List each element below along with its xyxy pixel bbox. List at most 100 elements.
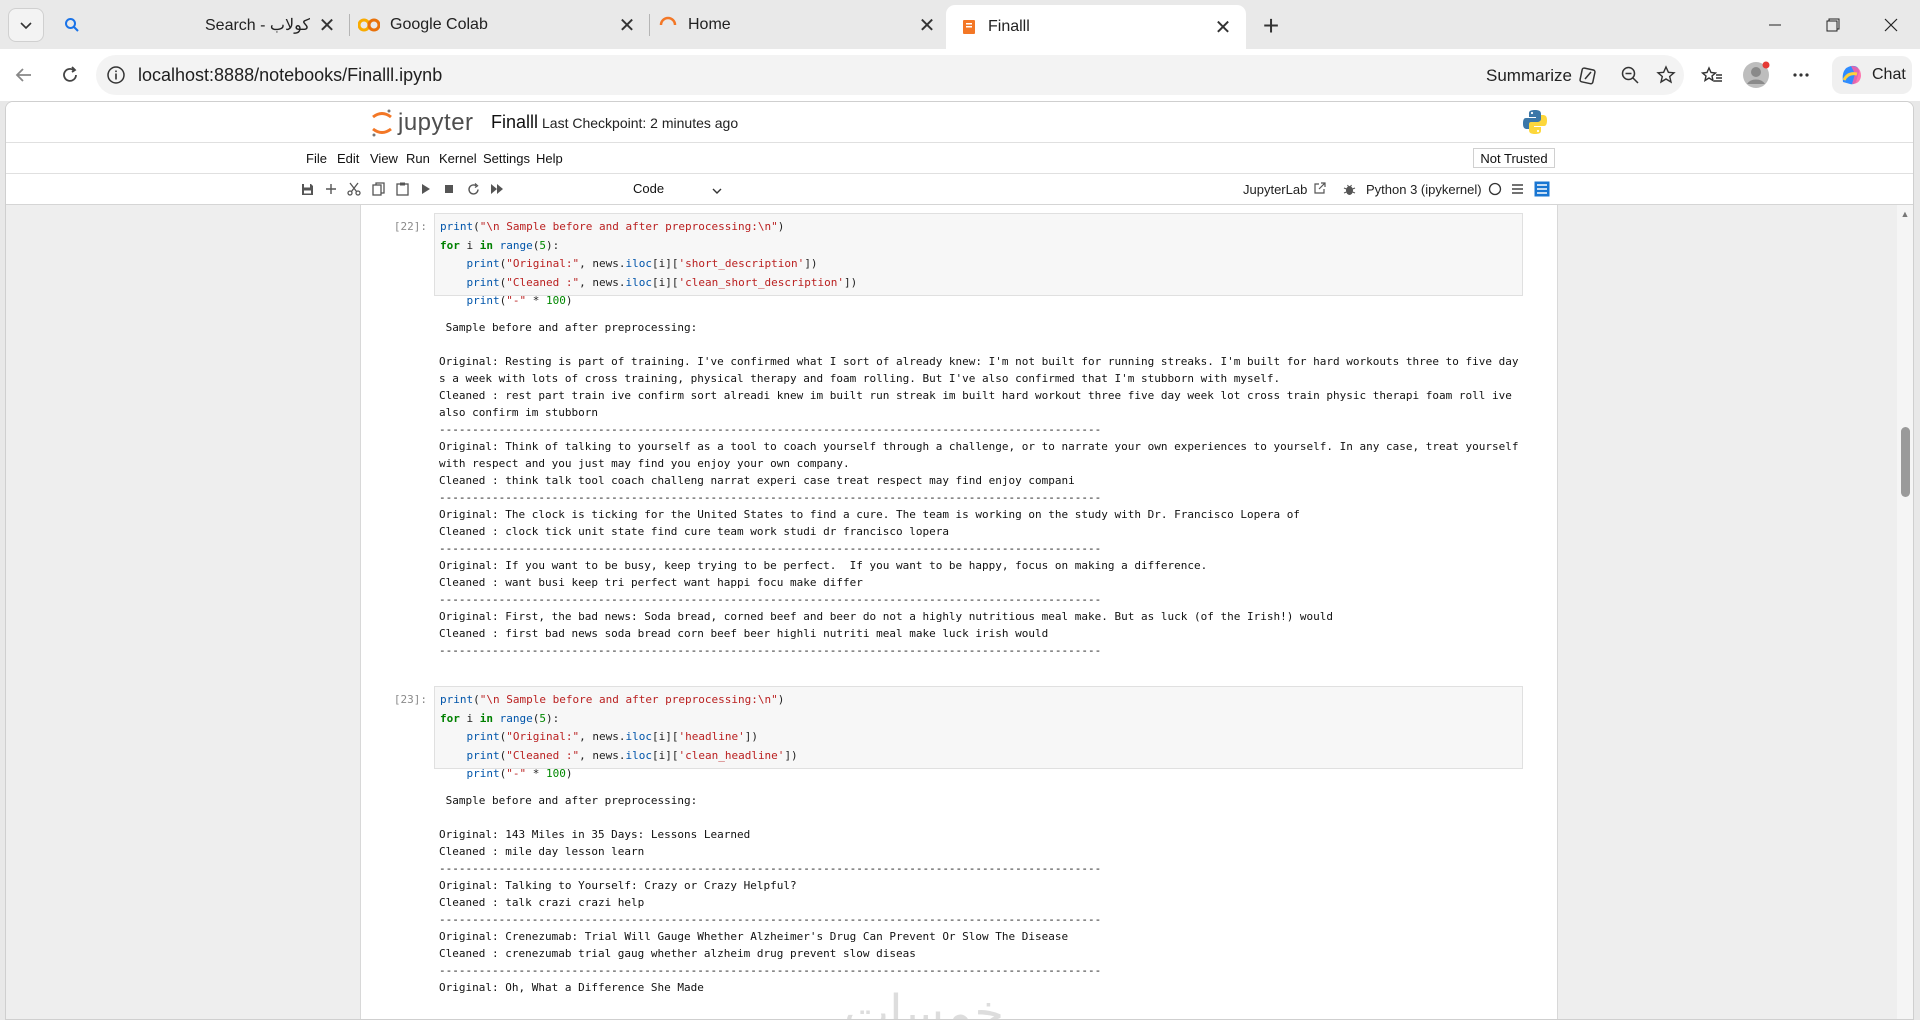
- close-icon[interactable]: ✕: [614, 12, 640, 38]
- close-icon[interactable]: ✕: [314, 12, 340, 38]
- address-bar[interactable]: localhost:8888/notebooks/Finalll.ipynb: [96, 55, 1684, 95]
- restart-button[interactable]: [464, 180, 482, 198]
- kernel-idle-circle-icon: [1488, 182, 1502, 196]
- info-icon[interactable]: [106, 65, 126, 85]
- tab-title: Google Colab: [390, 16, 488, 33]
- profile-button[interactable]: [1740, 59, 1772, 91]
- close-icon[interactable]: ✕: [914, 12, 940, 38]
- summarize-label: Summarize: [1486, 66, 1572, 85]
- notebook-panel: [22]: print("\n Sample before and after …: [360, 205, 1558, 1019]
- save-button[interactable]: [298, 180, 316, 198]
- scroll-up-icon[interactable]: ▲: [1900, 209, 1910, 219]
- cell-output: Sample before and after preprocessing: Or…: [439, 302, 1524, 659]
- code-line: for i in range(5):: [440, 238, 560, 252]
- external-link-icon: [1314, 182, 1326, 194]
- restore-button[interactable]: [1810, 8, 1856, 42]
- cut-button[interactable]: [345, 180, 363, 198]
- favorite-button[interactable]: [1650, 59, 1682, 91]
- new-tab-button[interactable]: +: [1255, 10, 1287, 42]
- output-line: ----------------------------------------…: [439, 542, 1102, 555]
- reload-icon: [63, 66, 77, 82]
- favorites-button[interactable]: [1696, 59, 1728, 91]
- tab-colab[interactable]: Google Colab ✕: [356, 6, 640, 44]
- copilot-icon: [1842, 65, 1861, 85]
- cell-type-select[interactable]: Code: [633, 181, 723, 197]
- code-line: print("Original:", news.iloc[i]['short_d…: [466, 257, 818, 270]
- jupyterlab-label: JupyterLab: [1243, 182, 1308, 197]
- output-line: Original: If you want to be busy, keep t…: [439, 559, 1208, 572]
- tab-list-button[interactable]: [8, 8, 44, 42]
- close-window-button[interactable]: [1868, 8, 1914, 42]
- jupyter-logo-icon: [372, 109, 392, 137]
- tab-separator: [349, 14, 350, 36]
- notebook-menu-button[interactable]: [1508, 180, 1526, 198]
- notebook-title[interactable]: Finalll: [491, 112, 538, 133]
- python-icon: [1523, 110, 1547, 134]
- interrupt-button[interactable]: [440, 180, 458, 198]
- paste-button[interactable]: [393, 180, 411, 198]
- output-line: Sample before and after preprocessing:: [439, 321, 698, 334]
- restart-run-all-button[interactable]: [488, 180, 506, 198]
- notebook-scroll-area[interactable]: [22]: print("\n Sample before and after …: [6, 205, 1913, 1019]
- menu-run[interactable]: Run: [406, 151, 430, 166]
- debugger-button[interactable]: [1340, 180, 1358, 198]
- cell-prompt: [23]:: [393, 693, 427, 706]
- settings-menu-button[interactable]: [1785, 59, 1817, 91]
- output-line: ----------------------------------------…: [439, 964, 1102, 977]
- reload-button[interactable]: [54, 59, 86, 91]
- run-button[interactable]: [417, 180, 435, 198]
- close-icon[interactable]: ✕: [1210, 14, 1236, 40]
- summarize-button[interactable]: Summarize: [1486, 66, 1598, 86]
- copy-button[interactable]: [369, 180, 387, 198]
- menu-kernel[interactable]: Kernel: [439, 151, 477, 166]
- open-jupyterlab-link[interactable]: JupyterLab: [1243, 182, 1326, 197]
- code-editor[interactable]: print("\n Sample before and after prepro…: [434, 686, 1523, 780]
- code-editor[interactable]: print("\n Sample before and after prepro…: [434, 213, 1523, 307]
- bug-icon: [1343, 184, 1355, 195]
- scissors-icon: [347, 182, 361, 196]
- jupyter-wordmark: jupyter: [398, 109, 474, 136]
- vertical-scrollbar[interactable]: ▲: [1897, 205, 1913, 1019]
- tab-home[interactable]: Home ✕: [656, 6, 940, 44]
- trust-status-button[interactable]: Not Trusted: [1473, 148, 1555, 168]
- play-icon: [422, 184, 430, 194]
- close-icon: [1884, 18, 1898, 32]
- search-icon: [65, 18, 79, 32]
- tab-finalll[interactable]: Finalll ✕: [946, 5, 1246, 49]
- browser-toolbar: localhost:8888/notebooks/Finalll.ipynb S…: [0, 49, 1920, 101]
- menu-file[interactable]: File: [306, 151, 327, 166]
- notebook-icon: [963, 20, 975, 34]
- code-line: print("\n Sample before and after prepro…: [440, 693, 785, 706]
- code-line: print("Cleaned :", news.iloc[i]['clean_s…: [466, 275, 858, 289]
- scrollbar-thumb[interactable]: [1901, 427, 1910, 497]
- output-line: Original: Resting is part of training. I…: [439, 355, 1519, 385]
- zoom-out-button[interactable]: [1614, 59, 1646, 91]
- menu-view[interactable]: View: [370, 151, 398, 166]
- menu-help[interactable]: Help: [536, 151, 563, 166]
- output-line: ----------------------------------------…: [439, 491, 1102, 504]
- cell-type-value: Code: [633, 181, 665, 196]
- chevron-down-icon: [20, 22, 32, 30]
- menu-edit[interactable]: Edit: [337, 151, 359, 166]
- table-of-contents-button[interactable]: [1533, 180, 1551, 198]
- output-line: Cleaned : rest part train ive confirm so…: [439, 389, 1519, 419]
- minimize-button[interactable]: [1752, 8, 1798, 42]
- kernel-name[interactable]: Python 3 (ipykernel): [1366, 182, 1482, 197]
- tab-title: Home: [688, 16, 731, 33]
- output-line: Sample before and after preprocessing:: [439, 794, 698, 807]
- code-line: print("Original:", news.iloc[i]['headlin…: [466, 730, 758, 743]
- menu-settings[interactable]: Settings: [483, 151, 530, 166]
- insert-cell-button[interactable]: [322, 180, 340, 198]
- cell-output: Sample before and after preprocessing: Or…: [439, 775, 1524, 996]
- tab-search[interactable]: Search - كولاب ✕: [56, 6, 340, 44]
- copilot-chat-button[interactable]: Chat: [1832, 56, 1912, 94]
- copy-icon: [371, 182, 385, 196]
- avatar-icon: [1743, 61, 1770, 88]
- output-line: Cleaned : talk crazi crazi help: [439, 896, 645, 909]
- output-line: ----------------------------------------…: [439, 593, 1102, 606]
- menu-lines-icon: [1511, 184, 1523, 194]
- jupyter-logo[interactable]: jupyter: [370, 108, 474, 138]
- back-button[interactable]: [8, 59, 40, 91]
- tab-title: Finalll: [988, 18, 1030, 35]
